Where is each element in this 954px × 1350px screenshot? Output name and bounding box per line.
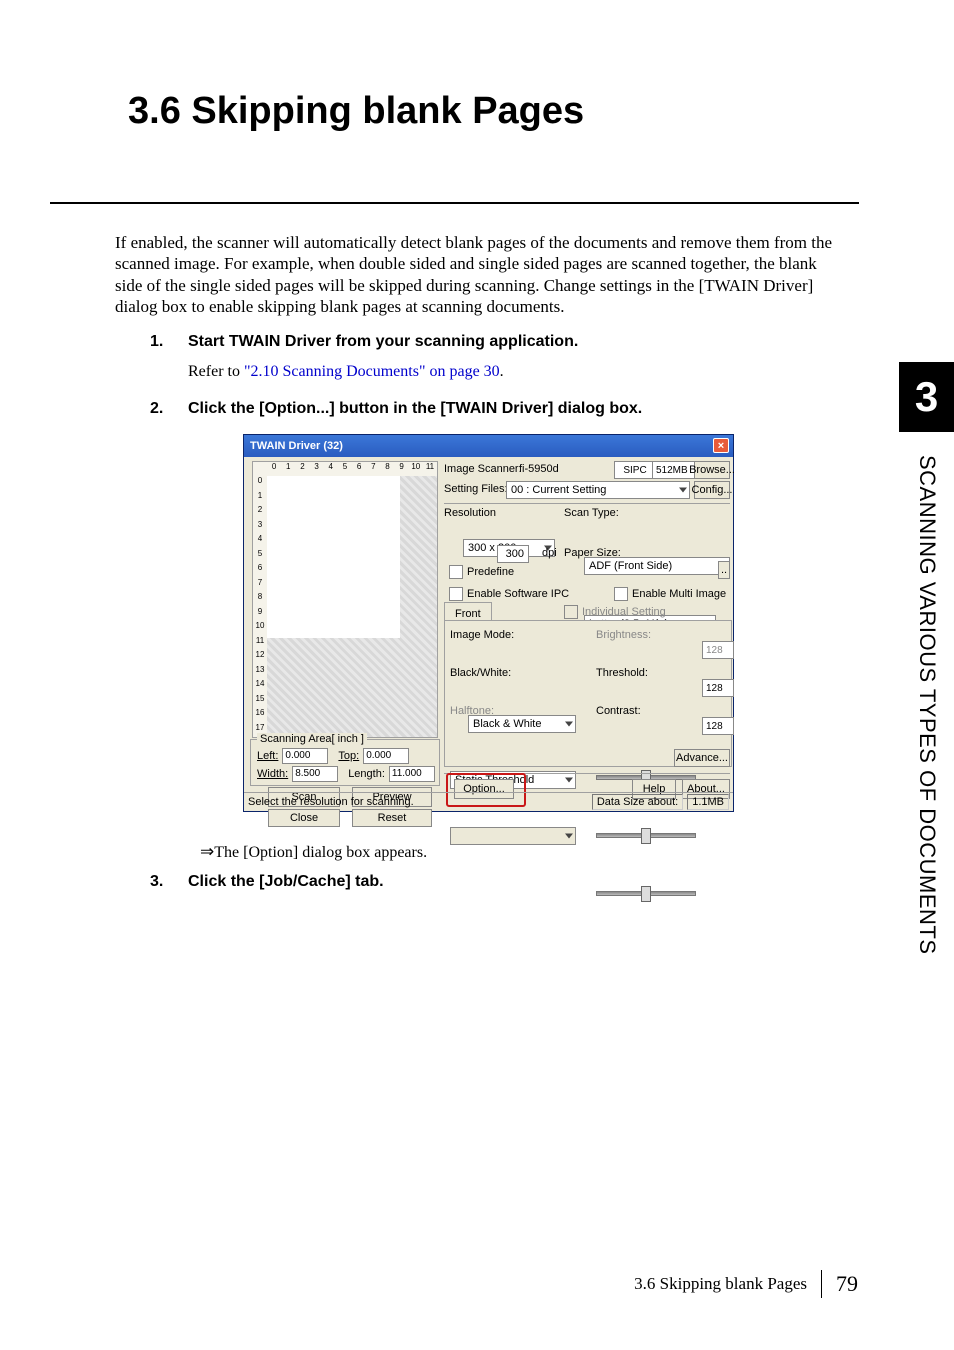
image-mode-label: Image Mode: <box>450 629 514 641</box>
image-scanner-label: Image Scanner: <box>444 463 522 475</box>
status-size-value: 1.1MB <box>687 794 729 810</box>
individual-setting-checkbox <box>564 605 578 619</box>
threshold-value[interactable]: 128 <box>702 679 734 697</box>
refer-suffix: . <box>500 363 504 380</box>
advance-button[interactable]: Advance... <box>674 749 730 767</box>
software-ipc-label: Enable Software IPC <box>467 588 569 600</box>
sipc-box: SIPC <box>614 461 656 479</box>
step-2: 2. Click the [Option...] button in the [… <box>150 400 839 418</box>
preview-area: 0 1 2 3 4 5 6 7 8 9 10 11 0 1 2 <box>252 461 438 738</box>
step-2-number: 2. <box>150 400 163 418</box>
individual-setting-label: Individual Setting <box>582 606 666 618</box>
status-size-label: Data Size about: <box>592 794 683 810</box>
software-ipc-checkbox[interactable] <box>449 587 463 601</box>
threshold-label: Threshold: <box>596 667 648 679</box>
blackwhite-label: Black/White: <box>450 667 511 679</box>
page-heading: 3.6 Skipping blank Pages <box>128 90 584 133</box>
dialog-title: TWAIN Driver (32) <box>250 440 343 452</box>
config-button[interactable]: Config... <box>694 481 730 499</box>
resolution-dpi-field[interactable]: 300 <box>497 545 529 563</box>
result-text: The [Option] dialog box appears. <box>214 844 427 861</box>
scanarea-left-label: Left: <box>257 750 278 762</box>
browse-button[interactable]: Browse... <box>694 461 730 479</box>
multi-image-label: Enable Multi Image <box>632 588 726 600</box>
threshold-slider[interactable] <box>596 825 696 845</box>
step-1: 1. Start TWAIN Driver from your scanning… <box>150 333 839 351</box>
paper-size-label: Paper Size: <box>564 547 621 559</box>
halftone-label: Halftone: <box>450 705 494 717</box>
intro-paragraph: If enabled, the scanner will automatical… <box>115 232 839 317</box>
step-1-text: Start TWAIN Driver from your scanning ap… <box>188 333 839 351</box>
side-section-title: SCANNING VARIOUS TYPES OF DOCUMENTS <box>914 455 940 955</box>
scanarea-length-label: Length: <box>348 768 385 780</box>
twain-driver-dialog: TWAIN Driver (32) × 0 1 2 3 4 5 6 7 8 9 … <box>243 434 734 812</box>
close-button[interactable]: Close <box>268 809 340 827</box>
scanning-area-group: Scanning Area[ inch ] Left: 0.000 Top: 0… <box>250 739 440 786</box>
scanarea-length-field[interactable]: 11.000 <box>389 766 435 782</box>
footer-divider <box>821 1270 822 1298</box>
predefine-checkbox[interactable] <box>449 565 463 579</box>
chapter-tab: 3 <box>899 362 954 432</box>
halftone-combo <box>450 827 576 845</box>
multi-image-checkbox[interactable] <box>614 587 628 601</box>
scanarea-left-field[interactable]: 0.000 <box>282 748 328 764</box>
predefine-label: Predefine <box>467 566 514 578</box>
result-line: ⇒The [Option] dialog box appears. <box>200 842 427 862</box>
brightness-label: Brightness: <box>596 629 651 641</box>
footer-page-number: 79 <box>836 1271 858 1297</box>
step-3-text: Click the [Job/Cache] tab. <box>188 873 839 891</box>
tab-panel <box>444 620 732 767</box>
contrast-value[interactable]: 128 <box>702 717 734 735</box>
dialog-titlebar: TWAIN Driver (32) × <box>244 435 733 457</box>
scanarea-top-field[interactable]: 0.000 <box>363 748 409 764</box>
refer-line: Refer to "2.10 Scanning Documents" on pa… <box>188 363 504 381</box>
brightness-value: 128 <box>702 641 734 659</box>
preview-page-rect <box>267 476 400 638</box>
arrow-icon: ⇒ <box>200 842 214 861</box>
footer-title: 3.6 Skipping blank Pages <box>634 1274 807 1294</box>
ruler-top: 0 1 2 3 4 5 6 7 8 9 10 11 <box>267 462 437 476</box>
scan-type-combo[interactable]: ADF (Front Side) <box>584 557 730 575</box>
scan-type-label: Scan Type: <box>564 507 619 519</box>
contrast-label: Contrast: <box>596 705 641 717</box>
status-bar: Select the resolution for scanning. Data… <box>244 792 733 811</box>
step-1-number: 1. <box>150 333 163 351</box>
reset-button[interactable]: Reset <box>352 809 432 827</box>
refer-prefix: Refer to <box>188 363 244 380</box>
page-footer: 3.6 Skipping blank Pages 79 <box>634 1270 858 1298</box>
heading-rule <box>50 202 859 204</box>
image-mode-combo[interactable]: Black & White <box>468 715 576 733</box>
ruler-left: 0 1 2 3 4 5 6 7 8 9 10 11 12 13 14 15 16 <box>253 476 267 737</box>
scanarea-width-label: Width: <box>257 768 288 780</box>
resolution-label: Resolution <box>444 507 496 519</box>
close-icon[interactable]: × <box>713 438 729 453</box>
preview-canvas <box>267 476 437 737</box>
step-2-text: Click the [Option...] button in the [TWA… <box>188 400 839 418</box>
scanarea-top-label: Top: <box>338 750 359 762</box>
setting-files-label: Setting Files: <box>444 483 508 495</box>
setting-files-combo[interactable]: 00 : Current Setting <box>506 481 690 499</box>
step-3: 3. Click the [Job/Cache] tab. <box>150 873 839 891</box>
step-3-number: 3. <box>150 873 163 891</box>
scanning-area-legend: Scanning Area[ inch ] <box>257 733 367 745</box>
paper-size-more-button[interactable]: .. <box>718 561 730 579</box>
refer-link[interactable]: "2.10 Scanning Documents" on page 30 <box>244 363 500 380</box>
image-scanner-value: fi-5950d <box>519 463 559 475</box>
scanarea-width-field[interactable]: 8.500 <box>292 766 338 782</box>
resolution-dpi-unit: dpi <box>542 547 557 559</box>
status-text: Select the resolution for scanning. <box>248 796 414 808</box>
